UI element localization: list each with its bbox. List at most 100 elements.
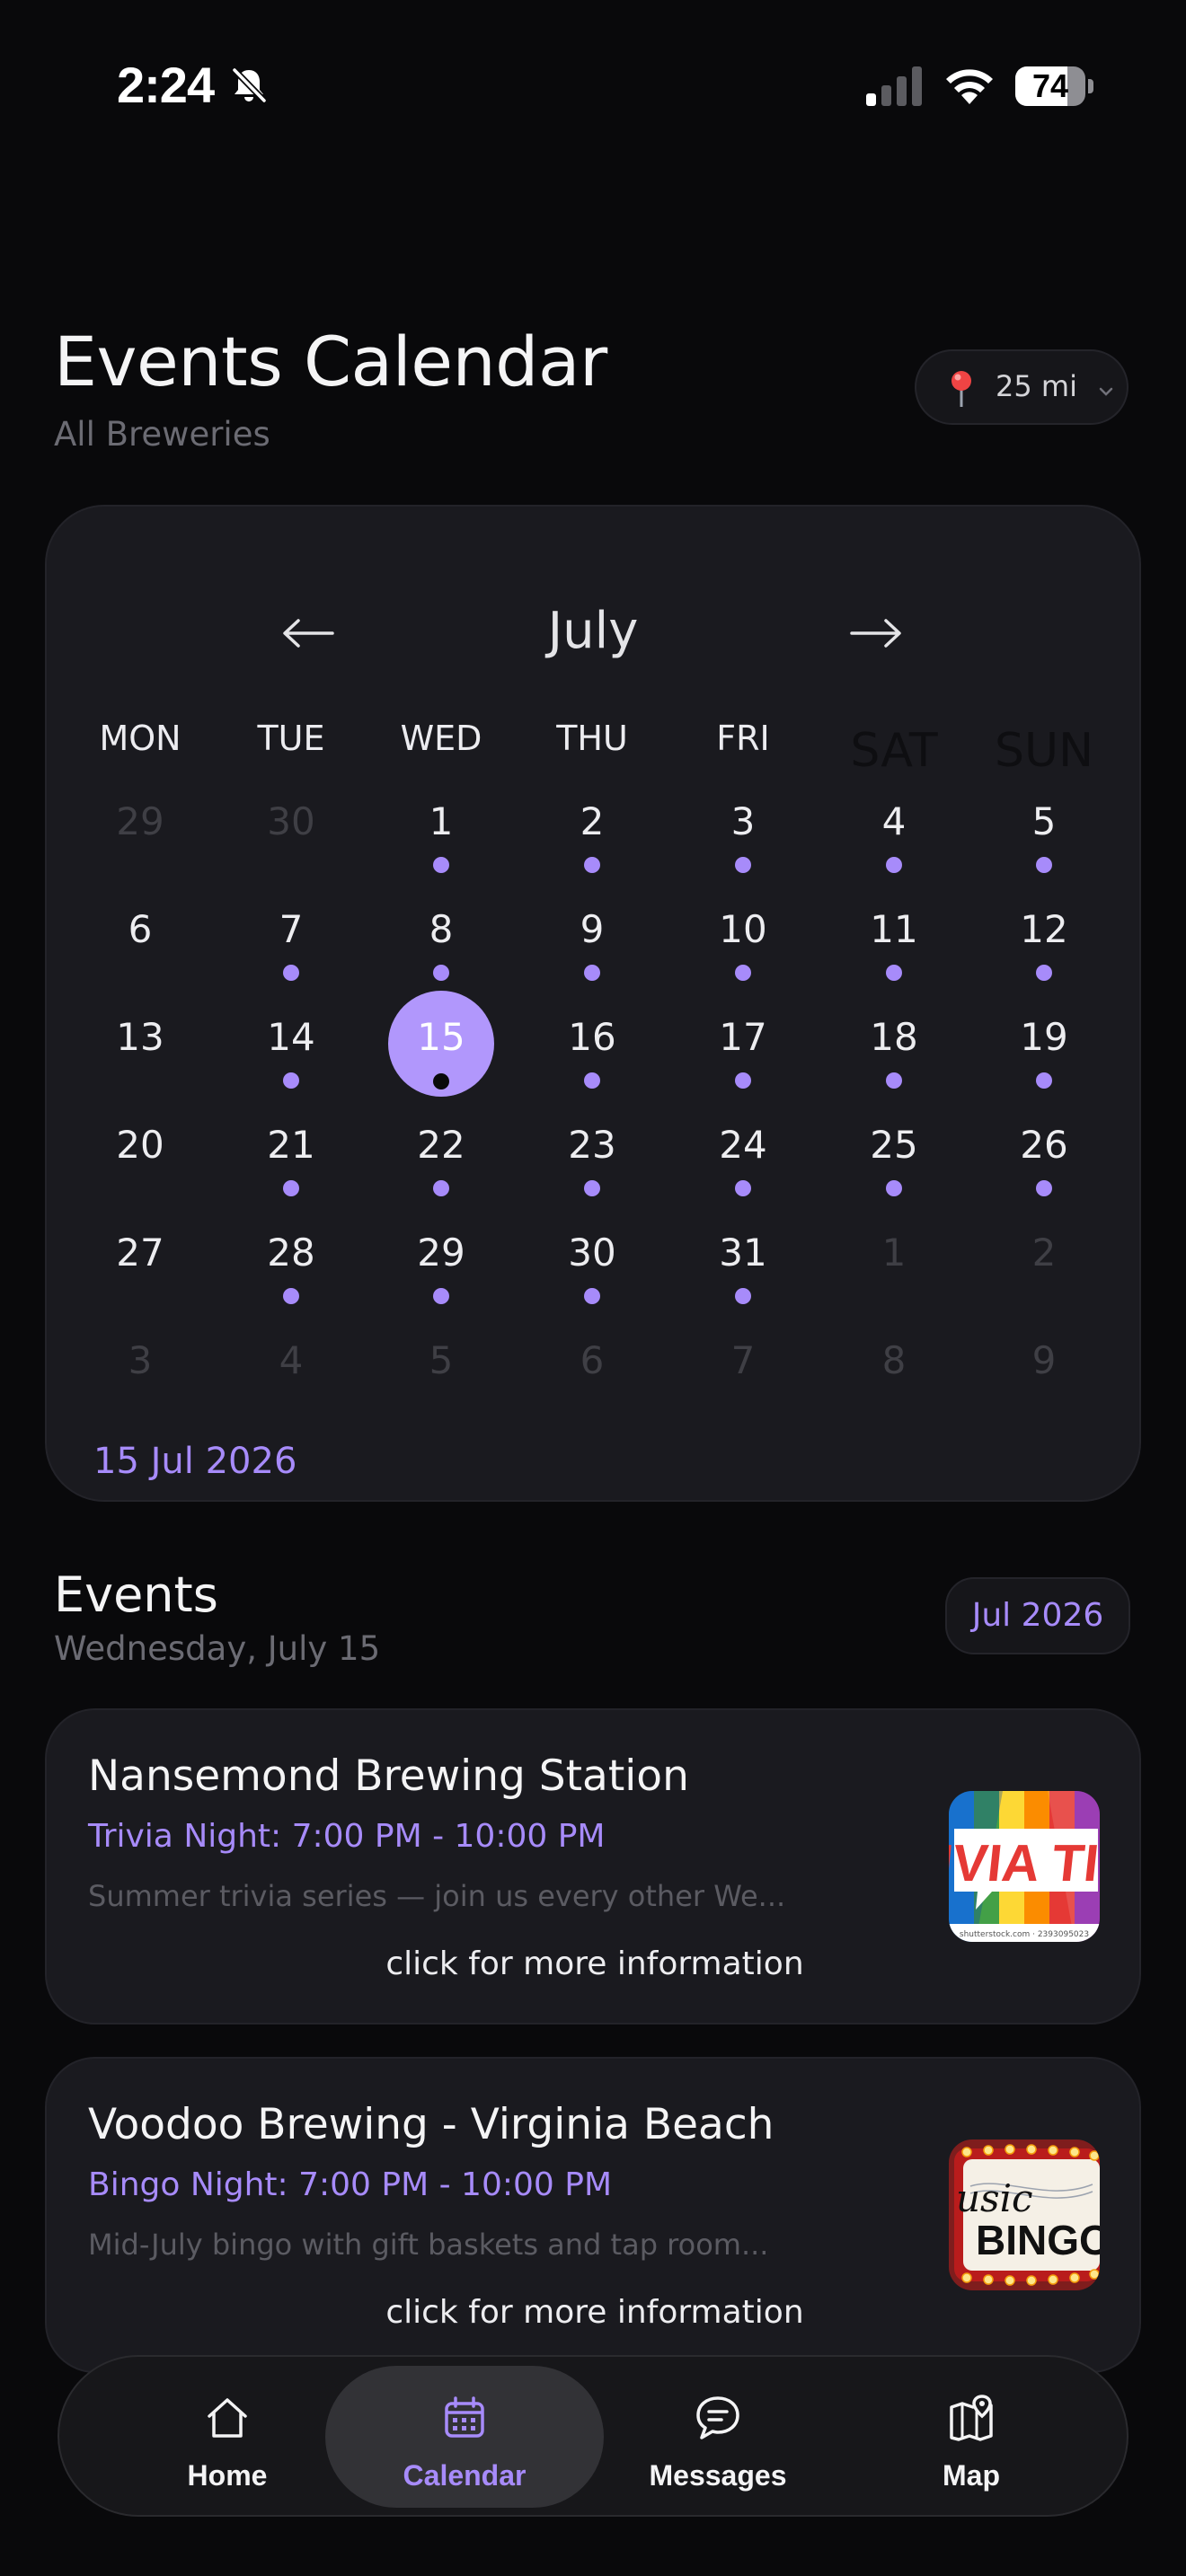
event-indicator-dot	[433, 965, 449, 981]
calendar-day-number: 28	[267, 1231, 315, 1275]
calendar-day[interactable]: 29	[387, 1205, 495, 1313]
event-card[interactable]: Nansemond Brewing Station Trivia Night: …	[45, 1708, 1141, 2025]
calendar-day[interactable]: 9	[990, 1313, 1098, 1421]
calendar-day[interactable]: 31	[689, 1205, 797, 1313]
tab-map[interactable]: Map	[832, 2366, 1111, 2508]
calendar-day[interactable]: 1	[387, 774, 495, 882]
calendar-day[interactable]: 13	[86, 990, 194, 1098]
event-indicator-dot	[433, 857, 449, 873]
calendar-day[interactable]: 27	[86, 1205, 194, 1313]
calendar-day[interactable]: 4	[237, 1313, 345, 1421]
calendar-day-number: 2	[580, 799, 605, 843]
calendar-day[interactable]: 16	[538, 990, 646, 1098]
bell-slash-icon	[232, 67, 267, 103]
cellular-signal-icon	[866, 66, 922, 106]
thumb-caption: shutterstock.com · 2393095023	[960, 1930, 1089, 1939]
event-indicator-dot	[433, 1073, 449, 1090]
calendar-day-number: 1	[429, 799, 454, 843]
calendar-day-number: 2	[1031, 1231, 1057, 1275]
event-more-info-link[interactable]: click for more information	[47, 1945, 1143, 1982]
calendar-day-number: 23	[568, 1123, 616, 1167]
calendar-day[interactable]: 7	[689, 1313, 797, 1421]
month-filter-pill[interactable]: Jul 2026	[945, 1577, 1130, 1654]
calendar-day-number: 9	[1031, 1338, 1057, 1382]
calendar-day[interactable]: 8	[387, 882, 495, 990]
radius-filter-button[interactable]: 25 mi	[915, 349, 1128, 425]
tab-messages[interactable]: Messages	[579, 2366, 857, 2508]
calendar-day[interactable]: 17	[689, 990, 797, 1098]
calendar-day[interactable]: 7	[237, 882, 345, 990]
calendar-day-number: 5	[1031, 799, 1057, 843]
calendar-day[interactable]: 9	[538, 882, 646, 990]
calendar-day-number: 9	[580, 907, 605, 951]
battery-percentage: 74	[1031, 67, 1069, 104]
event-venue: Voodoo Brewing - Virginia Beach	[88, 2100, 774, 2149]
calendar-day[interactable]: 3	[689, 774, 797, 882]
calendar-day-number: 8	[881, 1338, 907, 1382]
event-indicator-dot	[584, 1180, 600, 1196]
calendar-day[interactable]: 19	[990, 990, 1098, 1098]
prev-month-button[interactable]	[277, 602, 340, 665]
calendar-day-number: 20	[116, 1123, 164, 1167]
calendar-day[interactable]: 30	[538, 1205, 646, 1313]
calendar-day[interactable]: 6	[86, 882, 194, 990]
calendar-day[interactable]: 6	[538, 1313, 646, 1421]
calendar-day[interactable]: 8	[840, 1313, 948, 1421]
calendar-day[interactable]: 30	[237, 774, 345, 882]
tab-map-label: Map	[943, 2459, 1000, 2492]
calendar-day[interactable]: 12	[990, 882, 1098, 990]
calendar-day[interactable]: 2	[990, 1205, 1098, 1313]
calendar-day[interactable]: 26	[990, 1098, 1098, 1205]
next-month-button[interactable]	[845, 602, 907, 665]
bingo-night-thumbnail: usic BINGO	[949, 2139, 1100, 2290]
event-more-info-link[interactable]: click for more information	[47, 2294, 1143, 2331]
weekday-label: THU	[556, 719, 628, 758]
tab-calendar[interactable]: Calendar	[325, 2366, 604, 2508]
calendar-day-number: 5	[429, 1338, 454, 1382]
calendar-day[interactable]: 22	[387, 1098, 495, 1205]
calendar-day[interactable]: 3	[86, 1313, 194, 1421]
calendar-day-number: 21	[267, 1123, 315, 1167]
weekday-label: WED	[400, 719, 482, 758]
calendar-day[interactable]: 1	[840, 1205, 948, 1313]
calendar-month-label: July	[547, 602, 639, 660]
calendar-day[interactable]: 2	[538, 774, 646, 882]
calendar-day[interactable]: 5	[387, 1313, 495, 1421]
calendar-day[interactable]: 23	[538, 1098, 646, 1205]
calendar-day[interactable]: 5	[990, 774, 1098, 882]
event-indicator-dot	[735, 1180, 751, 1196]
calendar-day[interactable]: 11	[840, 882, 948, 990]
calendar-day-number: 29	[116, 799, 164, 843]
calendar-day-selected[interactable]: 15	[387, 990, 495, 1098]
calendar-day[interactable]: 24	[689, 1098, 797, 1205]
calendar-day-number: 1	[881, 1231, 907, 1275]
event-indicator-dot	[735, 965, 751, 981]
calendar-day[interactable]: 25	[840, 1098, 948, 1205]
event-indicator-dot	[886, 1180, 902, 1196]
calendar-day-number: 26	[1020, 1123, 1068, 1167]
calendar-day-number: 8	[429, 907, 454, 951]
event-indicator-dot	[1036, 857, 1052, 873]
calendar-day-number: 15	[417, 1015, 465, 1059]
calendar-day-number: 10	[719, 907, 767, 951]
event-indicator-dot	[283, 1180, 299, 1196]
calendar-day[interactable]: 4	[840, 774, 948, 882]
event-indicator-dot	[886, 857, 902, 873]
event-description: Summer trivia series — join us every oth…	[88, 1879, 786, 1913]
calendar-day[interactable]: 18	[840, 990, 948, 1098]
thumb-bingo-text: BINGO	[976, 2217, 1100, 2263]
event-indicator-dot	[1036, 965, 1052, 981]
calendar-day[interactable]: 10	[689, 882, 797, 990]
calendar-day[interactable]: 21	[237, 1098, 345, 1205]
calendar-day[interactable]: 14	[237, 990, 345, 1098]
event-indicator-dot	[886, 965, 902, 981]
calendar-day-number: 17	[719, 1015, 767, 1059]
event-title: Trivia Night: 7:00 PM - 10:00 PM	[88, 1818, 606, 1855]
event-card[interactable]: Voodoo Brewing - Virginia Beach Bingo Ni…	[45, 2057, 1141, 2373]
event-indicator-dot	[433, 1180, 449, 1196]
calendar-day[interactable]: 29	[86, 774, 194, 882]
calendar-day-number: 6	[580, 1338, 605, 1382]
calendar-day[interactable]: 20	[86, 1098, 194, 1205]
calendar-day[interactable]: 28	[237, 1205, 345, 1313]
calendar-day-number: 12	[1020, 907, 1068, 951]
